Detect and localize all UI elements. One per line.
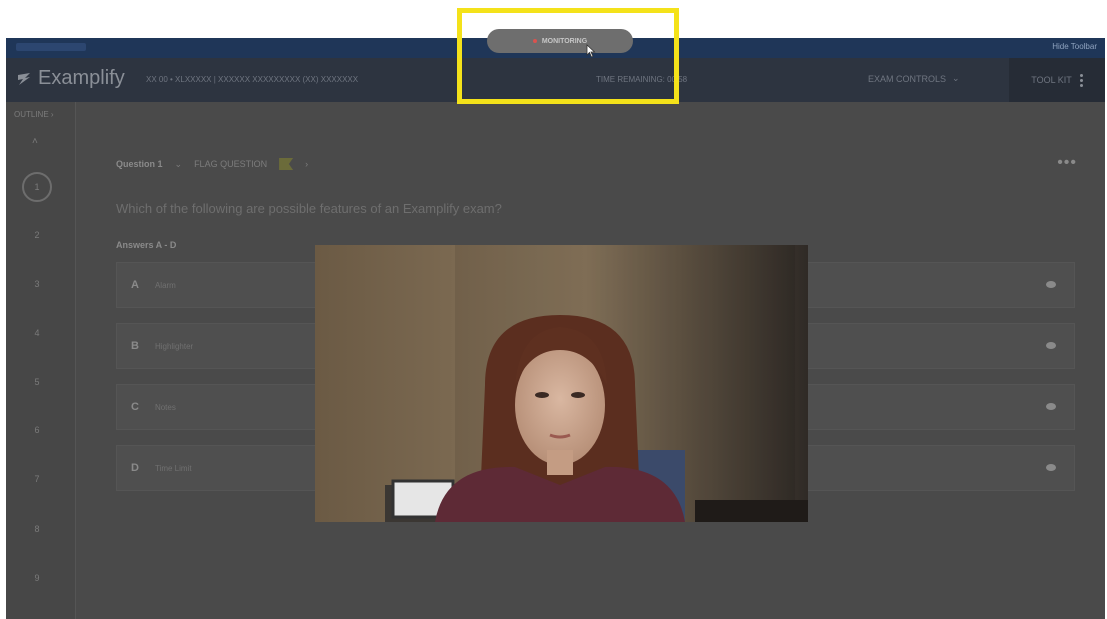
webcam-image xyxy=(315,245,808,522)
answer-letter: D xyxy=(131,462,139,474)
sidebar-question-2[interactable]: 2 xyxy=(22,230,52,240)
app-logo: Examplify xyxy=(16,67,125,90)
top-strip-left xyxy=(16,43,86,51)
hide-toolbar-link[interactable]: Hide Toolbar xyxy=(1052,42,1097,51)
sidebar-question-7[interactable]: 7 xyxy=(22,474,52,484)
answer-letter: B xyxy=(131,340,139,352)
question-prompt: Which of the following are possible feat… xyxy=(116,201,502,216)
outline-toggle[interactable]: OUTLINE › xyxy=(14,110,54,119)
tool-kit-button[interactable]: TOOL KIT xyxy=(1009,58,1105,102)
sidebar-question-4[interactable]: 4 xyxy=(22,328,52,338)
answer-letter: A xyxy=(131,279,139,291)
eye-icon[interactable] xyxy=(1046,464,1056,471)
question-sidebar: OUTLINE › ˄ 1 2 3 4 5 6 7 8 9 xyxy=(6,102,76,619)
answer-text: Alarm xyxy=(154,280,176,290)
answers-label: Answers A - D xyxy=(116,240,177,250)
flag-icon[interactable] xyxy=(279,158,294,170)
question-chevron-down-icon[interactable]: ⌄ xyxy=(175,159,183,170)
next-chevron-icon[interactable]: › xyxy=(305,159,308,169)
chevron-right-icon: › xyxy=(50,110,54,119)
eye-icon[interactable] xyxy=(1046,403,1056,410)
answer-text: Notes xyxy=(154,402,176,412)
bolt-icon xyxy=(18,72,30,85)
sidebar-question-9[interactable]: 9 xyxy=(22,573,52,583)
sidebar-question-1[interactable]: 1 xyxy=(22,172,52,202)
app-name: Examplify xyxy=(38,67,125,89)
chevron-up-icon[interactable]: ˄ xyxy=(32,136,38,147)
eye-icon[interactable] xyxy=(1046,281,1056,288)
answer-letter: C xyxy=(131,401,139,413)
eye-icon[interactable] xyxy=(1046,342,1056,349)
outline-label: OUTLINE xyxy=(14,110,49,119)
highlight-box xyxy=(457,8,679,104)
flag-question-label[interactable]: FLAG QUESTION xyxy=(194,159,267,169)
sidebar-question-3[interactable]: 3 xyxy=(22,279,52,289)
exam-controls-label: EXAM CONTROLS xyxy=(868,73,947,84)
question-header: Question 1 ⌄ FLAG QUESTION › xyxy=(116,158,308,170)
sidebar-question-6[interactable]: 6 xyxy=(22,425,52,435)
chevron-down-icon: ⌄ xyxy=(952,73,960,83)
sidebar-question-8[interactable]: 8 xyxy=(22,524,52,534)
question-title: Question 1 xyxy=(116,159,163,169)
exam-controls-menu[interactable]: EXAM CONTROLS ⌄ xyxy=(868,73,960,84)
webcam-video xyxy=(315,245,808,522)
tool-kit-label: TOOL KIT xyxy=(1031,75,1072,85)
sidebar-question-5[interactable]: 5 xyxy=(22,377,52,387)
kebab-menu-icon xyxy=(1079,73,1083,87)
answer-text: Time Limit xyxy=(154,463,192,473)
answer-text: Highlighter xyxy=(154,341,194,351)
course-info: XX 00 • XLXXXXX | XXXXXX XXXXXXXXX (XX) … xyxy=(146,75,359,84)
more-options-icon[interactable]: ••• xyxy=(1057,154,1077,172)
